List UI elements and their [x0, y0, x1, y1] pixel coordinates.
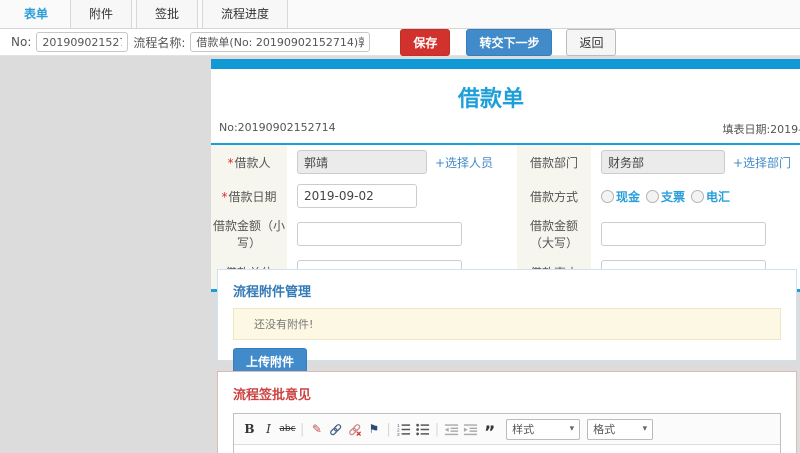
borrower-field-cell: +选择人员 — [287, 145, 517, 179]
amount-lower-field-cell — [287, 213, 517, 255]
svg-text:3: 3 — [397, 431, 400, 436]
loan-date-input[interactable] — [297, 184, 417, 208]
tab-process-progress[interactable]: 流程进度 — [202, 0, 289, 28]
attachment-panel: 流程附件管理 还没有附件! 上传附件 — [217, 269, 797, 375]
radio-icon[interactable] — [601, 189, 614, 203]
select-dept-link[interactable]: +选择部门 — [733, 154, 791, 171]
remove-format-icon[interactable]: ✎ — [308, 420, 325, 438]
amount-upper-field-cell — [591, 213, 800, 255]
required-marker: * — [221, 189, 228, 204]
indent-icon[interactable] — [462, 420, 479, 438]
editor-toolbar: B I abc | ✎ ⚑ | 123 | ” 样式 ▾ 格式 ▾ — [234, 414, 780, 445]
required-marker: * — [227, 155, 234, 170]
tab-bar: 表单 附件 签批 流程进度 — [0, 0, 800, 29]
rich-text-editor: B I abc | ✎ ⚑ | 123 | ” 样式 ▾ 格式 ▾ — [233, 413, 781, 453]
no-input[interactable] — [36, 32, 129, 52]
amount-lower-label-cell: 借款金额（小写） — [211, 213, 287, 255]
process-name-input[interactable] — [190, 32, 371, 52]
attachment-heading: 流程附件管理 — [233, 285, 312, 300]
process-name-label: 流程名称: — [133, 35, 186, 50]
dept-input[interactable] — [601, 150, 725, 174]
save-button[interactable]: 保存 — [400, 28, 451, 56]
date-field-cell — [287, 179, 517, 213]
approval-heading: 流程签批意见 — [233, 388, 312, 403]
loan-form-panel: 借款单 No:20190902152714 填表日期:2019-09-02 15… — [211, 59, 800, 292]
borrower-input[interactable] — [297, 150, 427, 174]
bold-icon[interactable]: B — [241, 420, 258, 438]
form-title: 借款单 — [457, 87, 524, 112]
approval-panel: 流程签批意见 B I abc | ✎ ⚑ | 123 | ” 样式 ▾ 格式 ▾ — [217, 371, 797, 453]
unlink-icon[interactable] — [346, 420, 363, 438]
select-person-link[interactable]: +选择人员 — [435, 154, 493, 171]
form-no-text: No:20190902152714 — [219, 121, 336, 134]
method-field-cell: 现金 支票 电汇 — [591, 179, 800, 213]
chevron-down-icon: ▾ — [642, 424, 648, 434]
form-meta-row: No:20190902152714 填表日期:2019-09-02 15:27:… — [211, 121, 800, 145]
bulleted-list-icon[interactable] — [414, 420, 431, 438]
amount-lower-input[interactable] — [297, 222, 462, 246]
no-attachment-alert: 还没有附件! — [233, 308, 781, 340]
form-date-text: 填表日期:2019-09-02 15:27:14 — [722, 123, 800, 136]
link-icon[interactable] — [327, 420, 344, 438]
content-area: 借款单 No:20190902152714 填表日期:2019-09-02 15… — [0, 56, 800, 453]
borrower-label-cell: *借款人 — [211, 145, 287, 179]
top-toolbar: No: 流程名称: 保存 转交下一步 返回 — [0, 28, 800, 56]
radio-icon[interactable] — [691, 189, 705, 203]
panel-top-bar — [211, 59, 800, 69]
chevron-down-icon: ▾ — [569, 424, 575, 434]
strikethrough-icon[interactable]: abc — [279, 420, 296, 438]
radio-wire[interactable]: 电汇 — [691, 188, 730, 205]
amount-upper-input[interactable] — [601, 222, 766, 246]
anchor-flag-icon[interactable]: ⚑ — [365, 420, 382, 438]
radio-cash[interactable]: 现金 — [601, 188, 640, 205]
italic-icon[interactable]: I — [260, 420, 277, 438]
editor-content-area[interactable] — [234, 445, 780, 453]
dept-label-cell: 借款部门 — [517, 145, 591, 179]
radio-cheque[interactable]: 支票 — [646, 188, 685, 205]
tab-approval[interactable]: 签批 — [136, 0, 199, 28]
date-label-cell: *借款日期 — [211, 179, 287, 213]
back-button[interactable]: 返回 — [566, 28, 617, 56]
format-dropdown[interactable]: 格式 ▾ — [587, 418, 654, 440]
dept-field-cell: +选择部门 — [591, 145, 800, 179]
no-label: No: — [11, 35, 32, 49]
outdent-icon[interactable] — [443, 420, 460, 438]
loan-method-radio-group: 现金 支票 电汇 — [601, 188, 736, 205]
method-label-cell: 借款方式 — [517, 179, 591, 213]
toolbar-separator: | — [386, 421, 391, 437]
amount-upper-label-cell: 借款金额（大写） — [517, 213, 591, 255]
blockquote-icon[interactable]: ” — [481, 416, 498, 442]
radio-icon[interactable] — [646, 189, 660, 203]
toolbar-separator: | — [300, 421, 305, 437]
toolbar-separator: | — [434, 421, 440, 437]
tab-attachments[interactable]: 附件 — [70, 0, 133, 28]
tab-form[interactable]: 表单 — [6, 0, 66, 28]
numbered-list-icon[interactable]: 123 — [395, 420, 412, 438]
styles-dropdown[interactable]: 样式 ▾ — [506, 418, 581, 440]
next-step-button[interactable]: 转交下一步 — [466, 28, 553, 56]
